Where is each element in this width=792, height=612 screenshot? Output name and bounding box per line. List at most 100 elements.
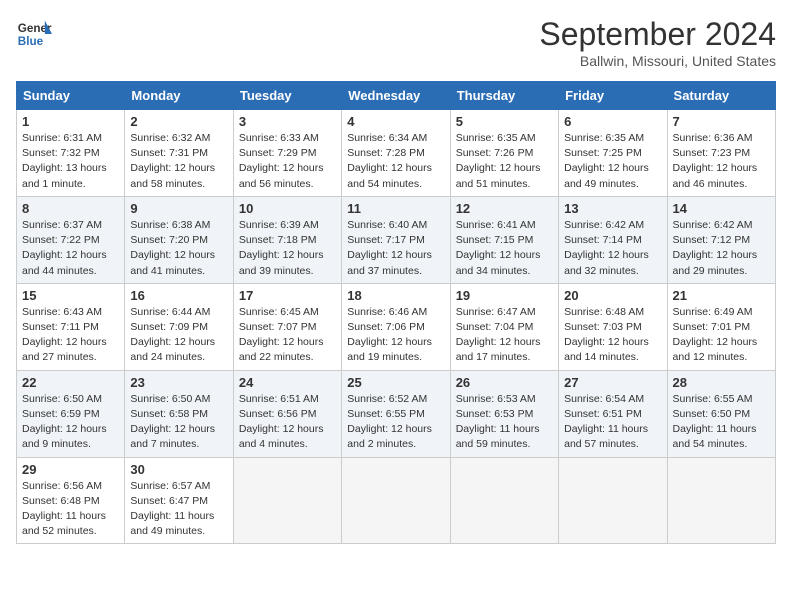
location: Ballwin, Missouri, United States	[539, 53, 776, 69]
calendar-header-saturday: Saturday	[667, 82, 775, 110]
day-info: Sunrise: 6:49 AM Sunset: 7:01 PM Dayligh…	[673, 305, 770, 366]
calendar-header-tuesday: Tuesday	[233, 82, 341, 110]
day-info: Sunrise: 6:35 AM Sunset: 7:25 PM Dayligh…	[564, 131, 661, 192]
calendar-week-row: 8 Sunrise: 6:37 AM Sunset: 7:22 PM Daylig…	[17, 196, 776, 283]
calendar-cell: 7 Sunrise: 6:36 AM Sunset: 7:23 PM Daylig…	[667, 110, 775, 197]
logo: General Blue	[16, 16, 52, 52]
calendar-cell: 13Sunrise: 6:42 AM Sunset: 7:14 PM Dayli…	[559, 196, 667, 283]
day-info: Sunrise: 6:36 AM Sunset: 7:23 PM Dayligh…	[673, 131, 770, 192]
calendar-cell: 22 Sunrise: 6:50 AM Sunset: 6:59 PM Dayli…	[17, 370, 125, 457]
calendar-cell	[233, 457, 341, 544]
day-info: Sunrise: 6:41 AM Sunset: 7:15 PM Dayligh…	[456, 218, 553, 279]
calendar-cell: 19 Sunrise: 6:47 AM Sunset: 7:04 PM Dayli…	[450, 283, 558, 370]
day-info: Sunrise: 6:31 AM Sunset: 7:32 PM Dayligh…	[22, 131, 119, 192]
day-info: Sunrise: 6:47 AM Sunset: 7:04 PM Dayligh…	[456, 305, 553, 366]
calendar-cell: 2 Sunrise: 6:32 AM Sunset: 7:31 PM Daylig…	[125, 110, 233, 197]
calendar-header-monday: Monday	[125, 82, 233, 110]
calendar-header-wednesday: Wednesday	[342, 82, 450, 110]
day-number: 9	[130, 201, 227, 216]
calendar-cell: 26Sunrise: 6:53 AM Sunset: 6:53 PM Dayli…	[450, 370, 558, 457]
day-info: Sunrise: 6:52 AM Sunset: 6:55 PM Dayligh…	[347, 392, 444, 453]
calendar-cell: 9 Sunrise: 6:38 AM Sunset: 7:20 PM Daylig…	[125, 196, 233, 283]
day-number: 28	[673, 375, 770, 390]
day-number: 24	[239, 375, 336, 390]
calendar-cell: 6 Sunrise: 6:35 AM Sunset: 7:25 PM Daylig…	[559, 110, 667, 197]
calendar-cell: 16 Sunrise: 6:44 AM Sunset: 7:09 PM Dayli…	[125, 283, 233, 370]
calendar-cell	[342, 457, 450, 544]
calendar-cell: 28 Sunrise: 6:55 AM Sunset: 6:50 PM Dayli…	[667, 370, 775, 457]
calendar-cell: 10 Sunrise: 6:39 AM Sunset: 7:18 PM Dayli…	[233, 196, 341, 283]
day-number: 22	[22, 375, 119, 390]
day-number: 18	[347, 288, 444, 303]
calendar-cell: 5 Sunrise: 6:35 AM Sunset: 7:26 PM Daylig…	[450, 110, 558, 197]
day-info: Sunrise: 6:45 AM Sunset: 7:07 PM Dayligh…	[239, 305, 336, 366]
day-info: Sunrise: 6:50 AM Sunset: 6:59 PM Dayligh…	[22, 392, 119, 453]
day-info: Sunrise: 6:42 AM Sunset: 7:12 PM Dayligh…	[673, 218, 770, 279]
calendar-cell: 27 Sunrise: 6:54 AM Sunset: 6:51 PM Dayli…	[559, 370, 667, 457]
calendar-cell	[559, 457, 667, 544]
day-info: Sunrise: 6:33 AM Sunset: 7:29 PM Dayligh…	[239, 131, 336, 192]
calendar-cell: 8 Sunrise: 6:37 AM Sunset: 7:22 PM Daylig…	[17, 196, 125, 283]
day-info: Sunrise: 6:38 AM Sunset: 7:20 PM Dayligh…	[130, 218, 227, 279]
day-number: 27	[564, 375, 661, 390]
day-number: 13	[564, 201, 661, 216]
day-info: Sunrise: 6:32 AM Sunset: 7:31 PM Dayligh…	[130, 131, 227, 192]
day-number: 17	[239, 288, 336, 303]
calendar-cell: 18 Sunrise: 6:46 AM Sunset: 7:06 PM Dayli…	[342, 283, 450, 370]
calendar-week-row: 29Sunrise: 6:56 AM Sunset: 6:48 PM Dayli…	[17, 457, 776, 544]
day-info: Sunrise: 6:39 AM Sunset: 7:18 PM Dayligh…	[239, 218, 336, 279]
day-number: 16	[130, 288, 227, 303]
page-header: General Blue September 2024 Ballwin, Mis…	[16, 16, 776, 69]
day-number: 19	[456, 288, 553, 303]
calendar-cell: 20 Sunrise: 6:48 AM Sunset: 7:03 PM Dayli…	[559, 283, 667, 370]
calendar-cell: 23Sunrise: 6:50 AM Sunset: 6:58 PM Dayli…	[125, 370, 233, 457]
month-title: September 2024	[539, 16, 776, 53]
day-info: Sunrise: 6:51 AM Sunset: 6:56 PM Dayligh…	[239, 392, 336, 453]
calendar-table: SundayMondayTuesdayWednesdayThursdayFrid…	[16, 81, 776, 544]
day-info: Sunrise: 6:54 AM Sunset: 6:51 PM Dayligh…	[564, 392, 661, 453]
calendar-cell	[450, 457, 558, 544]
day-number: 21	[673, 288, 770, 303]
calendar-cell: 3Sunrise: 6:33 AM Sunset: 7:29 PM Daylig…	[233, 110, 341, 197]
calendar-cell: 25 Sunrise: 6:52 AM Sunset: 6:55 PM Dayli…	[342, 370, 450, 457]
day-info: Sunrise: 6:40 AM Sunset: 7:17 PM Dayligh…	[347, 218, 444, 279]
calendar-cell: 17 Sunrise: 6:45 AM Sunset: 7:07 PM Dayli…	[233, 283, 341, 370]
day-number: 23	[130, 375, 227, 390]
day-number: 25	[347, 375, 444, 390]
calendar-cell: 14 Sunrise: 6:42 AM Sunset: 7:12 PM Dayli…	[667, 196, 775, 283]
day-number: 8	[22, 201, 119, 216]
calendar-cell: 24 Sunrise: 6:51 AM Sunset: 6:56 PM Dayli…	[233, 370, 341, 457]
day-number: 7	[673, 114, 770, 129]
day-info: Sunrise: 6:35 AM Sunset: 7:26 PM Dayligh…	[456, 131, 553, 192]
calendar-cell: 15 Sunrise: 6:43 AM Sunset: 7:11 PM Dayli…	[17, 283, 125, 370]
day-info: Sunrise: 6:48 AM Sunset: 7:03 PM Dayligh…	[564, 305, 661, 366]
calendar-cell: 30Sunrise: 6:57 AM Sunset: 6:47 PM Dayli…	[125, 457, 233, 544]
day-info: Sunrise: 6:55 AM Sunset: 6:50 PM Dayligh…	[673, 392, 770, 453]
day-number: 30	[130, 462, 227, 477]
calendar-week-row: 22 Sunrise: 6:50 AM Sunset: 6:59 PM Dayli…	[17, 370, 776, 457]
day-number: 6	[564, 114, 661, 129]
calendar-header-friday: Friday	[559, 82, 667, 110]
calendar-week-row: 1Sunrise: 6:31 AM Sunset: 7:32 PM Daylig…	[17, 110, 776, 197]
day-number: 12	[456, 201, 553, 216]
day-number: 10	[239, 201, 336, 216]
calendar-cell	[667, 457, 775, 544]
day-number: 2	[130, 114, 227, 129]
day-number: 5	[456, 114, 553, 129]
day-number: 15	[22, 288, 119, 303]
calendar-header-row: SundayMondayTuesdayWednesdayThursdayFrid…	[17, 82, 776, 110]
day-info: Sunrise: 6:44 AM Sunset: 7:09 PM Dayligh…	[130, 305, 227, 366]
calendar-cell: 12 Sunrise: 6:41 AM Sunset: 7:15 PM Dayli…	[450, 196, 558, 283]
svg-text:Blue: Blue	[18, 35, 44, 48]
day-info: Sunrise: 6:37 AM Sunset: 7:22 PM Dayligh…	[22, 218, 119, 279]
day-info: Sunrise: 6:46 AM Sunset: 7:06 PM Dayligh…	[347, 305, 444, 366]
calendar-week-row: 15 Sunrise: 6:43 AM Sunset: 7:11 PM Dayli…	[17, 283, 776, 370]
day-info: Sunrise: 6:56 AM Sunset: 6:48 PM Dayligh…	[22, 479, 119, 540]
calendar-header-thursday: Thursday	[450, 82, 558, 110]
day-info: Sunrise: 6:43 AM Sunset: 7:11 PM Dayligh…	[22, 305, 119, 366]
day-info: Sunrise: 6:53 AM Sunset: 6:53 PM Dayligh…	[456, 392, 553, 453]
day-number: 11	[347, 201, 444, 216]
day-number: 20	[564, 288, 661, 303]
day-number: 14	[673, 201, 770, 216]
calendar-cell: 29Sunrise: 6:56 AM Sunset: 6:48 PM Dayli…	[17, 457, 125, 544]
